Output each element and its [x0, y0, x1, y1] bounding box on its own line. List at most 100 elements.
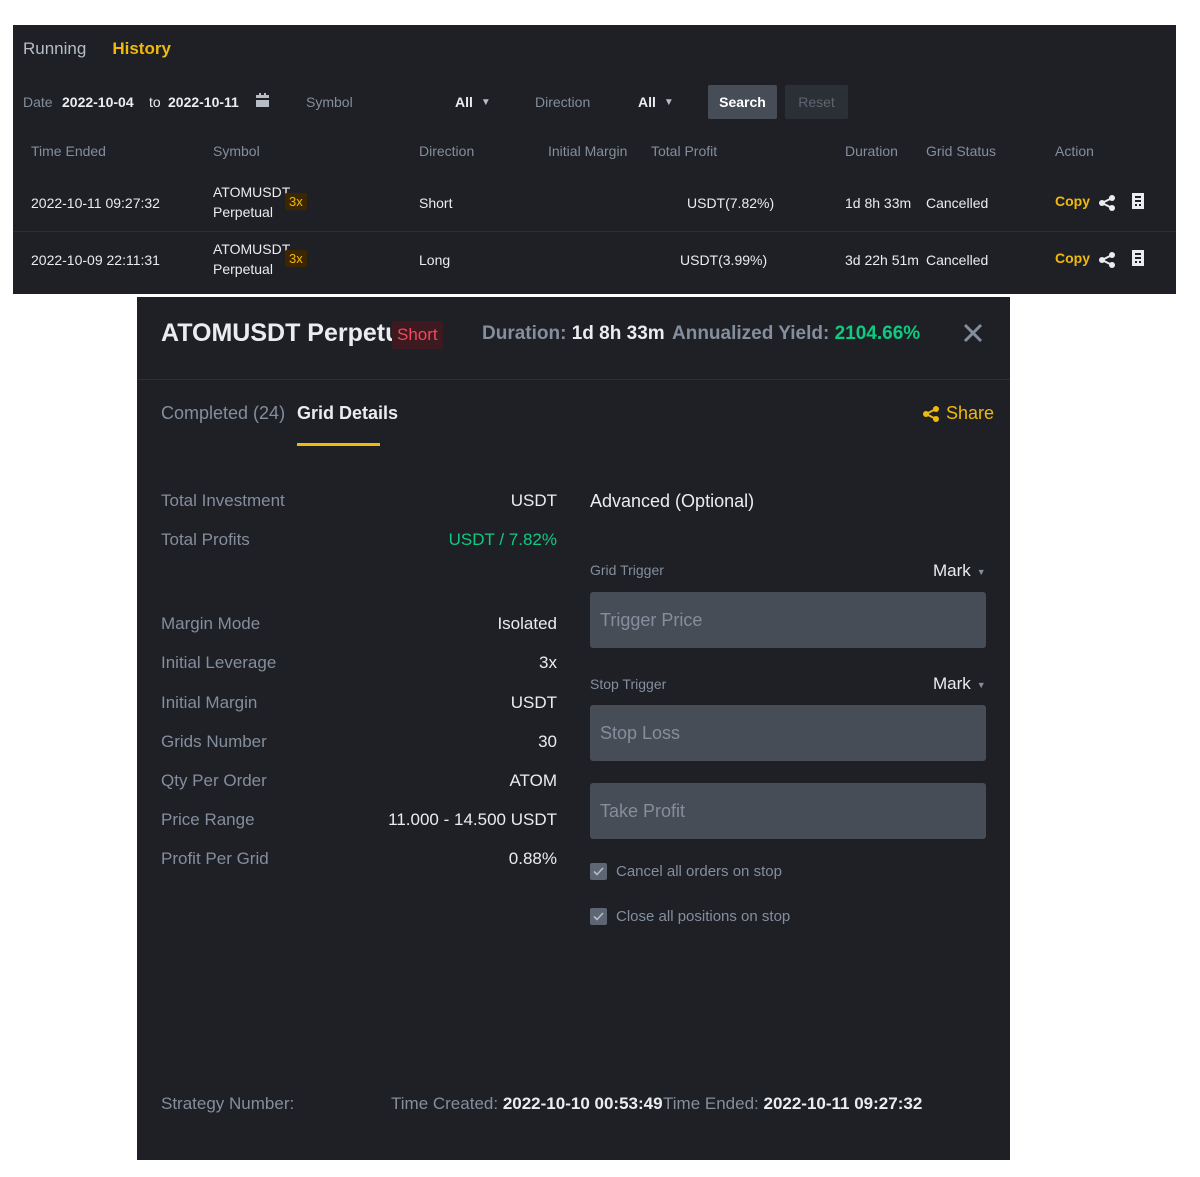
table-row: 2022-10-11 09:27:32 ATOMUSDT Perpetual 3…	[13, 175, 1176, 232]
detail-label: Initial Leverage	[161, 653, 277, 672]
stop-trigger-label: Stop Trigger	[590, 676, 667, 692]
duration-summary: Duration: 1d 8h 33m	[482, 323, 665, 345]
checkmark-icon	[590, 908, 607, 925]
copy-button[interactable]: Copy	[1055, 193, 1090, 209]
side-badge: Short	[392, 321, 443, 349]
detail-label: Grids Number	[161, 732, 267, 751]
date-label: Date	[23, 94, 53, 110]
date-to-input[interactable]: 2022-10-11	[168, 85, 239, 119]
col-grid-status: Grid Status	[926, 143, 997, 159]
grid-trigger-label: Grid Trigger	[590, 562, 664, 578]
detail-value: 0.88%	[508, 849, 557, 868]
trigger-price-input[interactable]	[590, 592, 986, 648]
total-profit-cell: USDT(3.99%)	[680, 252, 768, 268]
time-ended-cell: 2022-10-11 09:27:32	[31, 195, 160, 211]
leverage-badge: 3x	[285, 250, 307, 267]
tab-history[interactable]: History	[112, 39, 171, 59]
yield-summary: Annualized Yield: 2104.66%	[672, 323, 920, 345]
chevron-down-icon: ▼	[663, 97, 674, 109]
detail-value: 3x	[539, 653, 557, 672]
detail-label: Initial Margin	[161, 693, 258, 712]
total-profit-cell: USDT(7.82%)	[687, 195, 775, 211]
detail-icon[interactable]	[1132, 250, 1144, 269]
symbol-select[interactable]: All ▼	[455, 85, 491, 119]
share-button[interactable]: Share	[922, 403, 994, 424]
symbol-cell: ATOMUSDT Perpetual	[213, 182, 290, 222]
search-button[interactable]: Search	[708, 85, 777, 119]
symbol-cell: ATOMUSDT Perpetual	[213, 239, 290, 279]
col-symbol: Symbol	[213, 143, 260, 159]
close-positions-checkbox[interactable]: Close all positions on stop	[590, 908, 790, 925]
contract-type: Perpetual	[213, 204, 273, 220]
modal-header: ATOMUSDT Perpetual Short Duration: 1d 8h…	[137, 297, 1010, 380]
stop-trigger-select[interactable]: Mark ▼	[933, 674, 986, 694]
time-ended: Time Ended: 2022-10-11 09:27:32	[663, 1094, 922, 1114]
chevron-down-icon: ▼	[976, 679, 986, 690]
time-ended-cell: 2022-10-09 22:11:31	[31, 252, 160, 268]
trigger-price-field[interactable]	[590, 592, 986, 648]
leverage-badge: 3x	[285, 193, 307, 210]
date-from-input[interactable]: 2022-10-04	[62, 85, 134, 119]
table-row: 2022-10-09 22:11:31 ATOMUSDT Perpetual 3…	[13, 232, 1176, 289]
chevron-down-icon: ▼	[976, 566, 986, 577]
detail-value: USDT	[510, 693, 557, 712]
chevron-down-icon: ▼	[480, 97, 491, 109]
col-action: Action	[1055, 143, 1094, 159]
tab-completed[interactable]: Completed (24)	[161, 403, 285, 424]
history-tabs: Running History	[23, 39, 171, 59]
grid-detail-modal: ATOMUSDT Perpetual Short Duration: 1d 8h…	[137, 297, 1010, 1160]
col-duration: Duration	[845, 143, 898, 159]
status-cell: Cancelled	[926, 252, 989, 268]
stop-loss-input[interactable]	[590, 705, 986, 761]
stop-trigger-value: Mark	[933, 674, 971, 693]
copy-button[interactable]: Copy	[1055, 250, 1090, 266]
filter-bar: Date 2022-10-04 to 2022-10-11 Symbol All…	[23, 85, 1163, 119]
detail-label: Price Range	[161, 810, 255, 829]
time-ended-label: Time Ended:	[663, 1094, 759, 1113]
date-to-label: to	[149, 94, 161, 110]
share-icon	[923, 405, 939, 422]
detail-label: Total Investment	[161, 491, 285, 510]
tab-running[interactable]: Running	[23, 39, 86, 59]
col-total-profit: Total Profit	[651, 143, 718, 159]
grid-trigger-select[interactable]: Mark ▼	[933, 561, 986, 581]
take-profit-input[interactable]	[590, 783, 986, 839]
direction-select-value: All	[638, 94, 656, 110]
modal-title: ATOMUSDT Perpetual	[161, 319, 422, 347]
tab-grid-details[interactable]: Grid Details	[297, 403, 398, 424]
calendar-icon[interactable]	[256, 93, 269, 111]
duration-cell: 1d 8h 33m	[845, 195, 912, 211]
detail-value: ATOM	[509, 771, 557, 790]
direction-cell: Long	[419, 252, 451, 268]
detail-value: USDT / 7.82%	[448, 530, 557, 549]
detail-icon[interactable]	[1132, 193, 1144, 212]
detail-label: Total Profits	[161, 530, 250, 549]
direction-label: Direction	[535, 94, 591, 110]
detail-label: Margin Mode	[161, 614, 261, 633]
time-created-label: Time Created:	[391, 1094, 499, 1113]
reset-button[interactable]: Reset	[785, 85, 848, 119]
checkmark-icon	[590, 863, 607, 880]
advanced-title: Advanced (Optional)	[590, 491, 755, 511]
direction-select[interactable]: All ▼	[638, 85, 674, 119]
take-profit-field[interactable]	[590, 783, 986, 839]
detail-label: Qty Per Order	[161, 771, 267, 790]
duration-value: 1d 8h 33m	[571, 323, 665, 344]
detail-value: USDT	[510, 491, 557, 510]
detail-value: 11.000 - 14.500 USDT	[388, 810, 557, 829]
symbol-label: Symbol	[306, 94, 353, 110]
share-icon[interactable]	[1098, 194, 1116, 215]
col-initial-margin: Initial Margin	[548, 143, 628, 159]
yield-value: 2104.66%	[834, 323, 921, 344]
grid-trigger-value: Mark	[933, 561, 971, 580]
contract-type: Perpetual	[213, 261, 273, 277]
duration-label: Duration:	[482, 323, 567, 344]
share-icon[interactable]	[1098, 251, 1116, 272]
share-label: Share	[946, 403, 995, 423]
detail-value: 30	[538, 732, 557, 751]
stop-loss-field[interactable]	[590, 705, 986, 761]
close-icon[interactable]	[961, 321, 985, 345]
cancel-orders-checkbox[interactable]: Cancel all orders on stop	[590, 863, 782, 880]
col-direction: Direction	[419, 143, 475, 159]
history-panel: Running History Date 2022-10-04 to 2022-…	[13, 25, 1176, 294]
